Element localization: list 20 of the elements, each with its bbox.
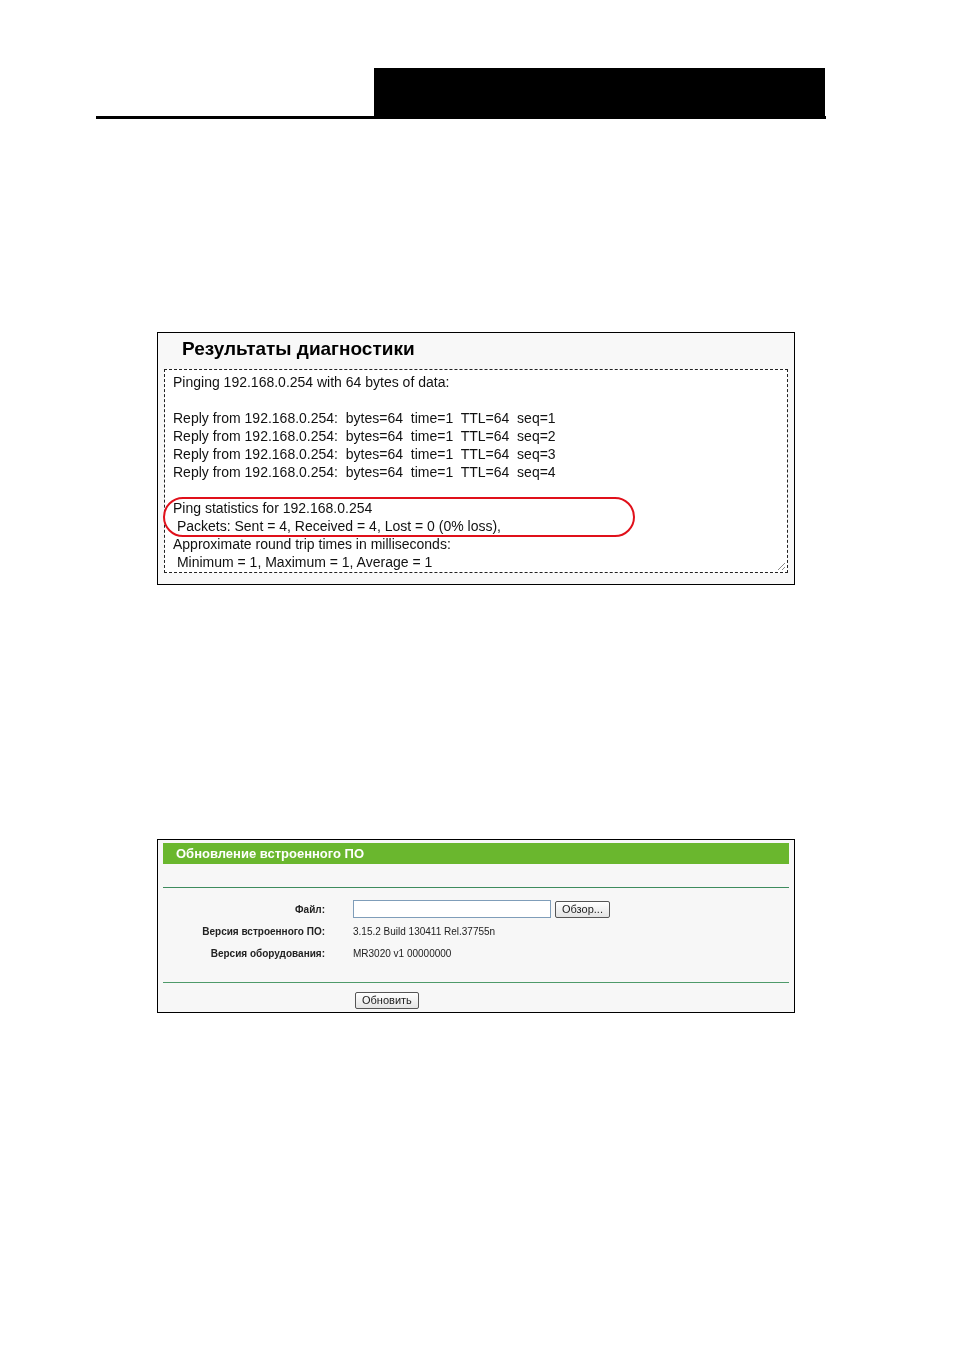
field-value: 3.15.2 Build 130411 Rel.37755n <box>353 925 496 937</box>
panel-title: Результаты диагностики <box>182 339 416 361</box>
log-line: Minimum = 1, Maximum = 1, Average = 1 <box>175 553 434 571</box>
upgrade-button[interactable]: Обновить <box>355 991 419 1009</box>
log-line: Approximate round trip times in milliseconds: <box>173 535 452 553</box>
field-label: Версия встроенного ПО: <box>201 925 325 937</box>
file-input-field[interactable] <box>353 900 551 918</box>
log-line: Pinging 192.168.0.254 with 64 bytes of data: <box>173 373 451 391</box>
log-line: Ping statistics for 192.168.0.254 <box>173 499 374 517</box>
log-line: Packets: Sent = 4, Received = 4, Lost = 0 (0% loss), <box>175 517 502 535</box>
resize-grip-icon[interactable] <box>777 562 786 571</box>
log-line: Reply from 192.168.0.254: bytes=64 time=1 TTL=64 seq=2 <box>173 427 557 445</box>
log-line: Reply from 192.168.0.254: bytes=64 time=1 TTL=64 seq=1 <box>173 409 557 427</box>
log-line: Reply from 192.168.0.254: bytes=64 time=1 TTL=64 seq=3 <box>173 445 557 463</box>
section-header: Обновление встроенного ПО <box>163 843 789 864</box>
browse-button[interactable]: Обзор... <box>555 900 610 918</box>
field-value: MR3020 v1 00000000 <box>353 947 452 959</box>
field-label: Файл: <box>294 903 325 915</box>
field-label: Версия оборудования: <box>209 947 325 959</box>
log-line: Reply from 192.168.0.254: bytes=64 time=1 TTL=64 seq=4 <box>173 463 557 481</box>
